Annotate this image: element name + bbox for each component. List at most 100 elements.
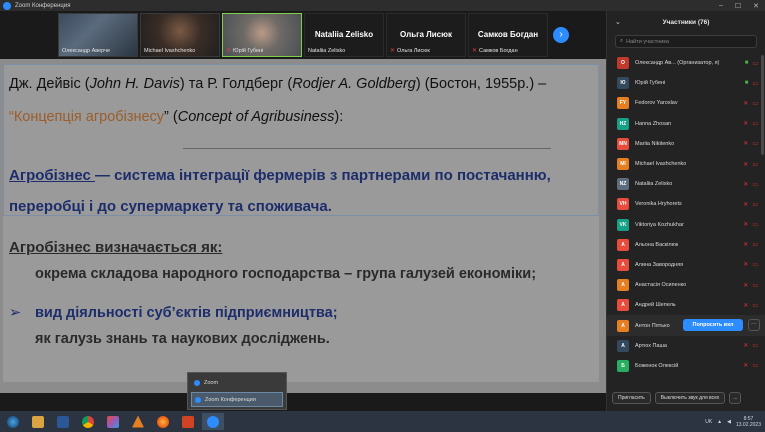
camera-off-icon: ▭ [752, 282, 758, 289]
popup-item-zoom[interactable]: Zoom [191, 375, 283, 390]
participant-more-button[interactable]: ··· [748, 319, 760, 332]
video-tile[interactable]: Олександр Аверче [58, 13, 138, 57]
participant-search-input[interactable]: ⌕ Найти участника [615, 35, 757, 48]
video-tile[interactable]: Nataliia Zelisko Nataliia Zelisko [304, 13, 384, 57]
zoom-icon [207, 415, 219, 428]
slide-bullet: окрема складова народного господарства –… [35, 266, 537, 282]
camera-off-icon: ▭ [752, 262, 758, 269]
volume-icon[interactable]: ◀ [727, 419, 731, 425]
participant-avatar: О [617, 57, 629, 70]
microphone-on-icon: ■ [744, 59, 749, 66]
participant-row[interactable]: Б Боженок Олексій ✕ ▭ [607, 356, 765, 376]
taskbar-vlc[interactable] [127, 413, 149, 430]
microphone-muted-icon: ✕ [743, 262, 749, 269]
participant-row[interactable]: А Артюх Паша ✕ ▭ [607, 336, 765, 356]
participant-row[interactable]: А Алина Завородняя ✕ ▭ [607, 255, 765, 275]
participant-row[interactable]: А Анастасія Осипенко ✕ ▭ [607, 275, 765, 295]
participant-status-icons: ✕ ▭ [743, 261, 758, 268]
participant-row[interactable]: MN Mariia Nikitenko ✕ ▭ [607, 134, 765, 154]
participants-title: Участники (76) [662, 18, 710, 26]
taskbar-chrome[interactable] [77, 413, 99, 430]
participant-status-icons: ✕ ▭ [743, 140, 758, 147]
video-tile[interactable]: Michael Ivashchenko [140, 13, 220, 57]
participant-row[interactable]: Ю Юрій Губені ■ ▭ [607, 73, 765, 93]
slide-divider [183, 148, 551, 149]
camera-off-icon: ▭ [752, 60, 758, 67]
taskbar-powerpoint[interactable] [177, 413, 199, 430]
participant-status-icons: ✕ ▭ [743, 181, 758, 188]
video-tile-active-speaker[interactable]: ✕ Юрій Губені [222, 13, 302, 57]
maximize-icon[interactable]: ☐ [735, 2, 741, 10]
ask-to-unmute-button[interactable]: Попросить вкл [683, 319, 743, 332]
close-icon[interactable]: ✕ [753, 2, 759, 10]
language-indicator[interactable]: UK [705, 419, 712, 425]
slide-authors-line: Дж. Дейвіс (John H. Davis) та Р. Голдбер… [9, 76, 547, 92]
title-bar: Zoom Конференция – ☐ ✕ [0, 0, 765, 11]
tile-name: Юрій Губені [233, 48, 264, 54]
participant-name: Юрій Губені [635, 80, 666, 87]
participant-status-icons: ✕ ▭ [743, 221, 758, 228]
muted-mic-icon: ✕ [226, 48, 232, 54]
taskbar-thumbnail-popup: Zoom Zoom Конференция [187, 372, 287, 410]
zoom-icon [194, 379, 200, 386]
tile-name: Самков Богдан [479, 48, 518, 54]
participant-row[interactable]: А Андрей Шепель ✕ ▭ [607, 295, 765, 315]
camera-off-icon: ▭ [752, 363, 758, 370]
camera-off-icon: ▭ [752, 121, 758, 128]
microphone-muted-icon: ✕ [743, 242, 749, 249]
microphone-muted-icon: ✕ [743, 141, 749, 148]
powerpoint-icon [182, 415, 194, 428]
taskbar-explorer[interactable] [27, 413, 49, 430]
participant-row[interactable]: А Антон Пятько Попросить вкл ··· [607, 315, 765, 336]
taskbar-word[interactable] [52, 413, 74, 430]
microphone-muted-icon: ✕ [743, 121, 749, 128]
popup-item-zoom-conference[interactable]: Zoom Конференция [191, 392, 283, 407]
microphone-muted-icon: ✕ [743, 363, 749, 370]
tile-big-name: Nataliia Zelisko [314, 30, 374, 39]
invite-button[interactable]: Пригласить [612, 392, 651, 404]
windows-logo-icon [7, 415, 19, 428]
participant-avatar: А [617, 339, 629, 352]
taskbar-app[interactable] [102, 413, 124, 430]
participant-row[interactable]: А Альона Васкілюк ✕ ▭ [607, 235, 765, 255]
camera-off-icon: ▭ [752, 80, 758, 87]
participant-row[interactable]: MI Michael Ivashchenko ✕ ▭ [607, 154, 765, 174]
microphone-muted-icon: ✕ [743, 100, 749, 107]
shared-slide: Дж. Дейвіс (John H. Davis) та Р. Голдбер… [0, 59, 606, 393]
participant-avatar: А [617, 319, 629, 332]
search-placeholder: Найти участника [626, 38, 669, 45]
participant-status-icons: ✕ ▭ [743, 241, 758, 248]
participant-name: Олександр Ав... (Организатор, я) [635, 60, 720, 67]
taskbar-firefox[interactable] [152, 413, 174, 430]
taskbar-zoom[interactable] [202, 413, 224, 430]
minimize-icon[interactable]: – [719, 2, 723, 10]
collapse-chevron-icon[interactable]: ⌄ [615, 18, 621, 26]
participant-row[interactable]: VK Viktoriya Kozhukhar ✕ ▭ [607, 215, 765, 235]
window-title: Zoom Конференция [15, 2, 71, 9]
video-tile[interactable]: Ольга Лисюк ✕ Ольга Лисюк [386, 13, 466, 57]
participant-name: Альона Васкілюк [635, 241, 679, 248]
clock[interactable]: 8:57 13.02.2023 [736, 416, 761, 428]
participant-avatar: MI [617, 158, 629, 171]
participant-status-icons: ✕ ▭ [743, 302, 758, 309]
mute-all-button[interactable]: Выключить звук для всех [654, 392, 726, 404]
participant-row[interactable]: О Олександр Ав... (Организатор, я) ■ ▭ [607, 53, 765, 73]
participant-status-icons: ■ ▭ [745, 80, 758, 87]
camera-off-icon: ▭ [752, 343, 758, 350]
next-page-arrow-icon[interactable]: › [553, 27, 569, 43]
participant-row[interactable]: VH Veronika Hryhorets ✕ ▭ [607, 194, 765, 214]
participant-row[interactable]: NZ Nataliia Zelisko ✕ ▭ [607, 174, 765, 194]
participant-row[interactable]: HZ Hanna Zhosan ✕ ▭ [607, 114, 765, 134]
start-button[interactable] [2, 413, 24, 430]
arrow-bullet-icon: ➢ [9, 305, 22, 321]
participant-name: Андрей Шепель [635, 302, 676, 309]
folder-icon [32, 415, 44, 428]
network-icon[interactable]: ▲ [717, 419, 722, 425]
participant-row[interactable]: FY Fedorov Yaroslav ✕ ▭ [607, 93, 765, 113]
more-options-button[interactable]: ... [729, 392, 742, 404]
camera-off-icon: ▭ [752, 242, 758, 249]
slide-definition-cont: переробці і до супермаркету та споживача… [9, 198, 332, 215]
microphone-muted-icon: ✕ [743, 222, 749, 229]
video-tile[interactable]: Самков Богдан ✕ Самков Богдан [468, 13, 548, 57]
word-icon [57, 415, 69, 428]
